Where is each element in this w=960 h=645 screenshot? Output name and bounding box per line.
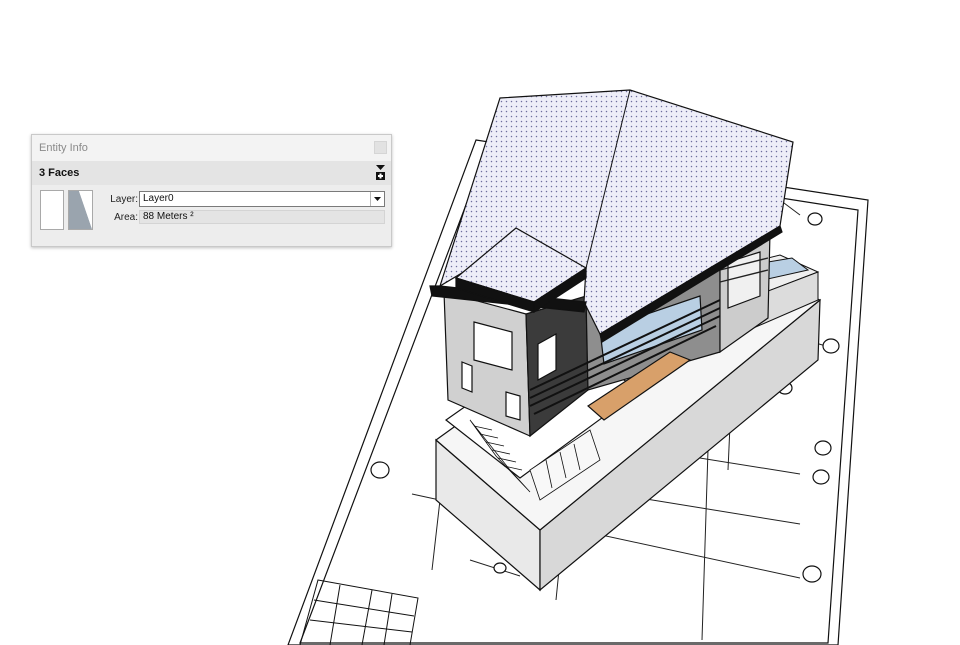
back-material-swatch[interactable] bbox=[68, 190, 93, 230]
entity-info-panel: Entity Info 3 Faces Layer: Layer0 Area: bbox=[31, 134, 392, 247]
layer-select[interactable]: Layer0 bbox=[139, 191, 385, 207]
area-field: 88 Meters ² bbox=[139, 210, 385, 224]
area-value: 88 Meters ² bbox=[143, 211, 194, 222]
close-icon[interactable] bbox=[374, 141, 387, 154]
model-viewport[interactable] bbox=[0, 0, 960, 645]
area-label: Area: bbox=[114, 212, 138, 223]
chevron-down-icon[interactable] bbox=[370, 192, 384, 206]
layer-label: Layer: bbox=[110, 194, 138, 205]
panel-title: Entity Info bbox=[39, 142, 88, 154]
expand-details-icon[interactable] bbox=[375, 164, 386, 181]
front-material-swatch[interactable] bbox=[40, 190, 64, 230]
selection-summary: 3 Faces bbox=[39, 167, 80, 179]
layer-value: Layer0 bbox=[143, 193, 174, 204]
selection-header: 3 Faces bbox=[32, 161, 391, 185]
panel-titlebar[interactable]: Entity Info bbox=[32, 135, 391, 161]
title-block bbox=[299, 579, 419, 645]
